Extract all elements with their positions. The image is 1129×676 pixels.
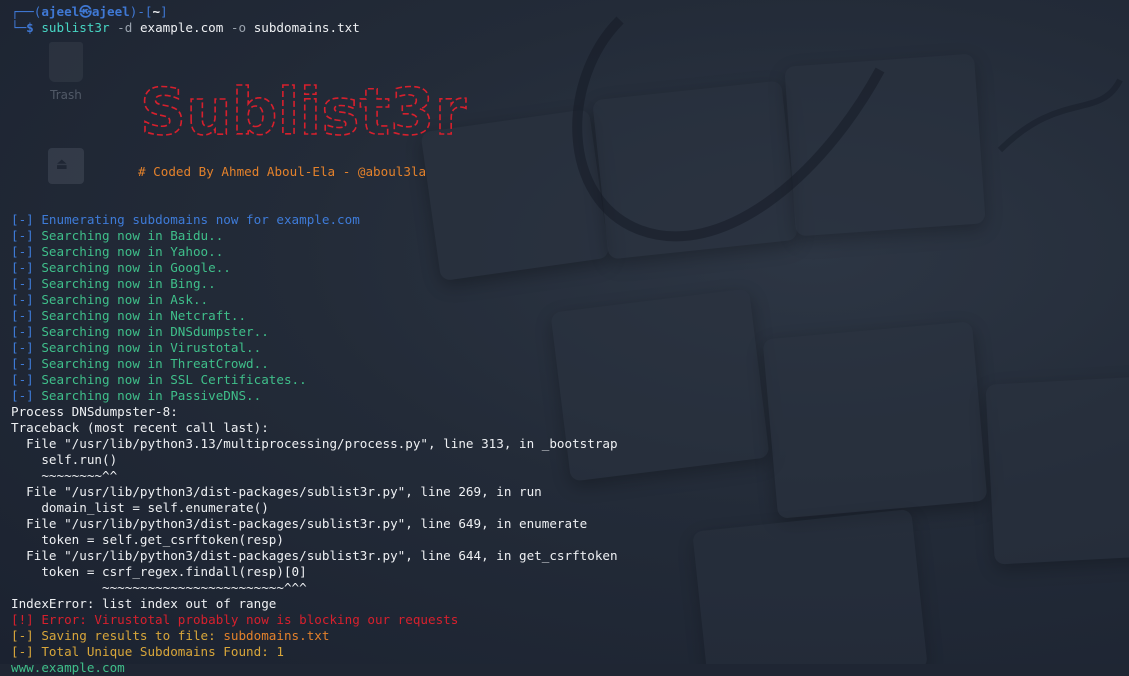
prompt-user: ajeel㉿ajeel: [41, 4, 130, 19]
traceback-line: token = self.get_csrftoken(resp): [11, 532, 284, 547]
traceback-line: File "/usr/lib/python3.13/multiprocessin…: [11, 436, 618, 451]
traceback-line: token = csrf_regex.findall(resp)[0]: [11, 564, 307, 579]
prompt-line-2: └─$ sublist3r -d example.com -o subdomai…: [11, 20, 360, 35]
search-line: [-] Searching now in SSL Certificates..: [11, 372, 307, 387]
command-name: sublist3r: [41, 20, 110, 35]
output-filename: subdomains.txt: [223, 628, 330, 643]
traceback-line: File "/usr/lib/python3/dist-packages/sub…: [11, 484, 542, 499]
traceback-line: ~~~~~~~~~~~~~~~~~~~~~~~~^^^: [11, 580, 307, 595]
search-line: [-] Searching now in PassiveDNS..: [11, 388, 262, 403]
prompt-directory: ~: [152, 4, 161, 19]
traceback-line: File "/usr/lib/python3/dist-packages/sub…: [11, 548, 618, 563]
saving-results-line: [-] Saving results to file: subdomains.t…: [11, 628, 330, 643]
traceback-line: File "/usr/lib/python3/dist-packages/sub…: [11, 516, 588, 531]
search-line: [-] Searching now in Google..: [11, 260, 231, 275]
subdomain-result[interactable]: www.example.com: [11, 660, 618, 676]
virustotal-error-line: [!] Error: Virustotal probably now is bl…: [11, 612, 459, 627]
traceback-line: Traceback (most recent call last):: [11, 420, 269, 435]
search-line: [-] Searching now in Yahoo..: [11, 244, 224, 259]
search-line: [-] Searching now in Ask..: [11, 292, 209, 307]
enumerating-line: [-] Enumerating subdomains now for examp…: [11, 212, 360, 227]
traceback-line: domain_list = self.enumerate(): [11, 500, 269, 515]
total-subdomains-line: [-] Total Unique Subdomains Found: 1: [11, 644, 284, 659]
search-line: [-] Searching now in Netcraft..: [11, 308, 247, 323]
search-line: [-] Searching now in Bing..: [11, 276, 216, 291]
traceback-line: ~~~~~~~~^^: [11, 468, 118, 483]
traceback-line: Process DNSdumpster-8:: [11, 404, 178, 419]
traceback-line: self.run(): [11, 452, 118, 467]
search-line: [-] Searching now in ThreatCrowd..: [11, 356, 269, 371]
prompt-line-1: ┌──(ajeel㉿ajeel)-[~]: [11, 4, 168, 19]
search-line: [-] Searching now in DNSdumpster..: [11, 324, 269, 339]
terminal-output[interactable]: ┌──(ajeel㉿ajeel)-[~] └─$ sublist3r -d ex…: [11, 4, 618, 676]
error-type-line: IndexError: list index out of range: [11, 596, 277, 611]
search-line: [-] Searching now in Baidu..: [11, 228, 224, 243]
search-line: [-] Searching now in Virustotal..: [11, 340, 262, 355]
